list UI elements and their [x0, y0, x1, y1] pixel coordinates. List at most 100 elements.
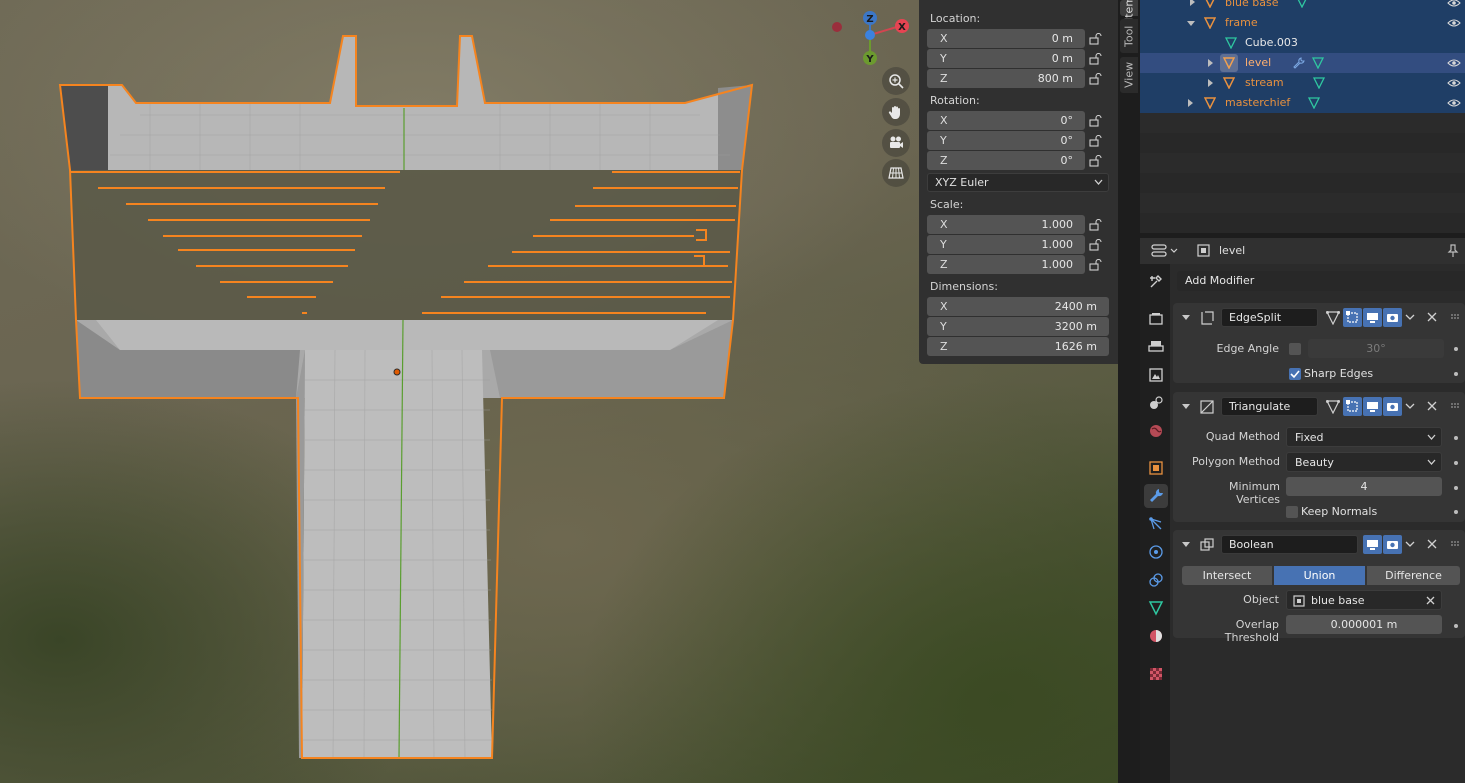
outliner-row-stream[interactable]: stream: [1140, 73, 1465, 93]
tab-texture[interactable]: [1144, 662, 1168, 686]
tab-tool[interactable]: Tool: [1120, 19, 1138, 53]
edit-mode-toggle[interactable]: [1323, 308, 1342, 327]
rotation-y-field[interactable]: Y 0°: [927, 131, 1085, 150]
chevron-down-icon[interactable]: [1405, 539, 1415, 549]
viewport-toggle[interactable]: [1363, 308, 1382, 327]
dimensions-x-field[interactable]: X 2400 m: [927, 297, 1109, 316]
dimensions-z-field[interactable]: Z 1626 m: [927, 337, 1109, 356]
outliner-row-blue-base[interactable]: blue base: [1140, 0, 1465, 13]
tab-view-layer[interactable]: [1144, 363, 1168, 387]
lock-icon[interactable]: [1089, 33, 1103, 45]
outliner-row-level[interactable]: level: [1140, 53, 1465, 73]
rotation-z-field[interactable]: Z 0°: [927, 151, 1085, 170]
chevron-down-icon[interactable]: [1405, 401, 1415, 411]
pan-button[interactable]: [882, 98, 910, 126]
expand-icon[interactable]: [1190, 0, 1195, 6]
visibility-eye-icon[interactable]: [1447, 58, 1461, 68]
expand-icon[interactable]: [1208, 79, 1213, 87]
add-modifier-menu[interactable]: Add Modifier: [1177, 271, 1465, 291]
tab-tool[interactable]: [1144, 270, 1168, 294]
collapse-icon[interactable]: [1182, 404, 1190, 409]
animate-dot[interactable]: [1454, 486, 1458, 490]
visibility-eye-icon[interactable]: [1447, 18, 1461, 28]
edge-angle-field[interactable]: 30°: [1308, 339, 1444, 358]
outliner-row-frame[interactable]: frame: [1140, 13, 1465, 33]
zoom-button[interactable]: [882, 67, 910, 95]
collapse-icon[interactable]: [1182, 315, 1190, 320]
animate-dot[interactable]: [1454, 436, 1458, 440]
render-toggle[interactable]: [1383, 397, 1402, 416]
cage-toggle[interactable]: [1343, 397, 1362, 416]
navigation-gizmo[interactable]: X Y Z: [830, 6, 914, 68]
animate-dot[interactable]: [1454, 510, 1458, 514]
scale-y-field[interactable]: Y 1.000: [927, 235, 1085, 254]
animate-dot[interactable]: [1454, 461, 1458, 465]
location-z-field[interactable]: Z 800 m: [927, 69, 1085, 88]
sharp-edges-checkbox[interactable]: [1289, 368, 1301, 380]
drag-handle-icon[interactable]: [1451, 541, 1461, 547]
min-vertices-field[interactable]: 4: [1286, 477, 1442, 496]
close-icon[interactable]: [1427, 401, 1437, 411]
scale-z-field[interactable]: Z 1.000: [927, 255, 1085, 274]
location-y-field[interactable]: Y0 m: [927, 49, 1085, 68]
boolean-op-union[interactable]: Union: [1274, 566, 1365, 585]
lock-icon[interactable]: [1089, 115, 1103, 127]
chevron-down-icon[interactable]: [1405, 312, 1415, 322]
tab-world[interactable]: [1144, 419, 1168, 443]
animate-dot[interactable]: [1454, 624, 1458, 628]
tab-render[interactable]: [1144, 307, 1168, 331]
tab-object[interactable]: [1144, 456, 1168, 480]
tab-item[interactable]: Item: [1120, 0, 1138, 21]
collapse-icon[interactable]: [1182, 542, 1190, 547]
clear-icon[interactable]: [1426, 596, 1435, 605]
tab-scene[interactable]: [1144, 391, 1168, 415]
drag-handle-icon[interactable]: [1451, 314, 1461, 320]
tab-physics[interactable]: [1144, 540, 1168, 564]
cage-toggle[interactable]: [1343, 308, 1362, 327]
object-picker[interactable]: blue base: [1286, 590, 1442, 610]
lock-icon[interactable]: [1089, 135, 1103, 147]
location-x-field[interactable]: X0 m: [927, 29, 1085, 48]
pin-icon[interactable]: [1447, 244, 1459, 258]
drag-handle-icon[interactable]: [1451, 403, 1461, 409]
scale-x-field[interactable]: X 1.000: [927, 215, 1085, 234]
outliner-row-cube003[interactable]: Cube.003: [1140, 33, 1465, 53]
quad-method-select[interactable]: Fixed: [1286, 427, 1442, 447]
tab-constraints[interactable]: [1144, 568, 1168, 592]
rotation-x-field[interactable]: X 0°: [927, 111, 1085, 130]
render-toggle[interactable]: [1383, 535, 1402, 554]
visibility-eye-icon[interactable]: [1447, 0, 1461, 8]
3d-viewport[interactable]: X Y Z Location: X0 m Y0 m Z 800 m Rotatio…: [0, 0, 1118, 783]
modifier-name-field[interactable]: EdgeSplit: [1221, 308, 1318, 327]
lock-icon[interactable]: [1089, 155, 1103, 167]
tab-data[interactable]: [1144, 596, 1168, 620]
collapse-icon[interactable]: [1187, 21, 1195, 26]
render-toggle[interactable]: [1383, 308, 1402, 327]
modifier-name-field[interactable]: Triangulate: [1221, 397, 1318, 416]
editor-type-button[interactable]: [1150, 242, 1180, 260]
lock-icon[interactable]: [1089, 239, 1103, 251]
lock-icon[interactable]: [1089, 73, 1103, 85]
visibility-eye-icon[interactable]: [1447, 78, 1461, 88]
animate-dot[interactable]: [1454, 347, 1458, 351]
edit-mode-toggle[interactable]: [1323, 397, 1342, 416]
lock-icon[interactable]: [1089, 219, 1103, 231]
close-icon[interactable]: [1427, 312, 1437, 322]
edge-angle-checkbox[interactable]: [1289, 343, 1301, 355]
tab-modifiers[interactable]: [1144, 484, 1168, 508]
boolean-op-difference[interactable]: Difference: [1367, 566, 1460, 585]
camera-button[interactable]: [882, 129, 910, 157]
ortho-toggle-button[interactable]: [882, 159, 910, 187]
close-icon[interactable]: [1427, 539, 1437, 549]
viewport-toggle[interactable]: [1363, 397, 1382, 416]
viewport-toggle[interactable]: [1363, 535, 1382, 554]
animate-dot[interactable]: [1454, 372, 1458, 376]
boolean-op-intersect[interactable]: Intersect: [1182, 566, 1272, 585]
tab-output[interactable]: [1144, 335, 1168, 359]
visibility-eye-icon[interactable]: [1447, 98, 1461, 108]
expand-icon[interactable]: [1208, 59, 1213, 67]
expand-icon[interactable]: [1188, 99, 1193, 107]
dimensions-y-field[interactable]: Y 3200 m: [927, 317, 1109, 336]
lock-icon[interactable]: [1089, 53, 1103, 65]
rotation-mode-select[interactable]: XYZ Euler: [927, 173, 1109, 192]
